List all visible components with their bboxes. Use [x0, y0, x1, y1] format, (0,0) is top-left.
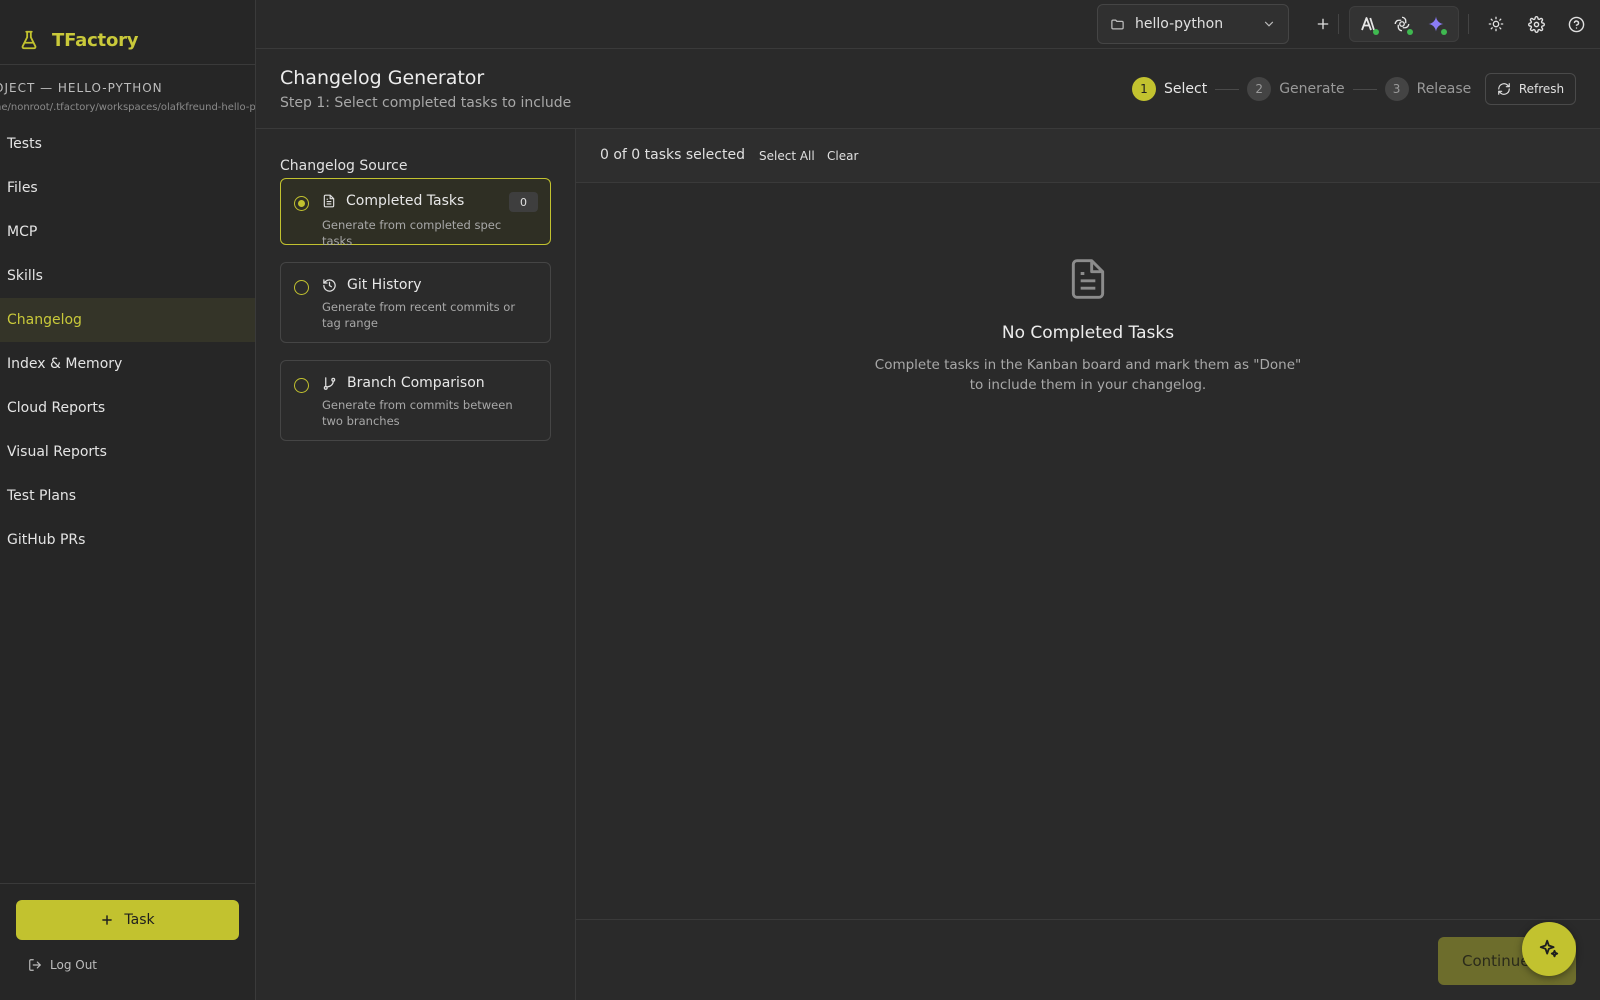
- gear-icon: [1527, 15, 1545, 33]
- step-2-number: 2: [1247, 77, 1272, 101]
- status-dot: [1441, 29, 1447, 35]
- app-name: TFactory: [52, 29, 139, 51]
- new-task-label: Task: [124, 912, 155, 928]
- chevron-down-icon: [1264, 21, 1274, 27]
- theme-toggle-button[interactable]: [1484, 12, 1508, 36]
- source-option-git-history[interactable]: Git History Generate from recent commits…: [280, 262, 551, 343]
- project-title: OJECT — HELLO-PYTHON: [0, 81, 163, 95]
- task-selection-toolbar: 0 of 0 tasks selected Select All Clear: [576, 129, 1600, 183]
- radio-button[interactable]: [294, 280, 309, 295]
- logout-icon: [29, 959, 41, 971]
- divider: [0, 883, 255, 884]
- help-icon: [1568, 16, 1584, 32]
- step-1-label: Select: [1164, 81, 1208, 97]
- source-option-completed-tasks[interactable]: Completed Tasks 0 Generate from complete…: [280, 178, 551, 248]
- sidebar-item-changelog[interactable]: Changelog: [0, 298, 255, 342]
- stepper: 1 Select 2 Generate 3 Release: [1132, 77, 1471, 101]
- empty-state-description: Complete tasks in the Kanban board and m…: [874, 357, 1302, 393]
- divider: [576, 919, 1600, 920]
- history-icon: [323, 278, 336, 292]
- add-project-button[interactable]: [1311, 12, 1335, 36]
- sidebar-item-mcp[interactable]: MCP: [0, 210, 255, 254]
- project-path: ne/nonroot/.tfactory/workspaces/olafkfre…: [0, 102, 256, 113]
- step-connector: [1352, 88, 1377, 90]
- empty-state-title: No Completed Tasks: [1001, 323, 1175, 343]
- option-description: Generate from commits between two branch…: [322, 398, 513, 428]
- page-header: Changelog Generator Step 1: Select compl…: [256, 49, 1600, 129]
- radio-button[interactable]: [294, 378, 309, 393]
- step-1-number: 1: [1132, 77, 1156, 101]
- sidebar-nav: Tests Files MCP Skills Changelog Index &…: [0, 122, 255, 562]
- sidebar-item-test-plans[interactable]: Test Plans: [0, 474, 255, 518]
- select-all-button[interactable]: Select All: [759, 149, 815, 163]
- count-badge: 0: [509, 192, 538, 212]
- divider: [0, 64, 255, 65]
- source-option-branch-comparison[interactable]: Branch Comparison Generate from commits …: [280, 360, 551, 441]
- source-title: Changelog Source: [280, 158, 408, 174]
- file-text-icon: [323, 194, 335, 208]
- top-bar: hello-python: [256, 0, 1600, 49]
- project-selector[interactable]: hello-python: [1097, 4, 1289, 44]
- status-dot: [1373, 29, 1379, 35]
- divider: [1338, 14, 1339, 34]
- sidebar-item-tests[interactable]: Tests: [0, 122, 255, 166]
- plus-icon: [102, 915, 113, 925]
- sidebar-item-index-memory[interactable]: Index & Memory: [0, 342, 255, 386]
- plus-icon: [1317, 18, 1329, 30]
- option-description: Generate from recent commits or tag rang…: [322, 300, 516, 330]
- file-text-icon: [1071, 259, 1105, 299]
- radio-button[interactable]: [294, 196, 309, 211]
- step-2-label: Generate: [1279, 81, 1345, 97]
- page-subtitle: Step 1: Select completed tasks to includ…: [280, 95, 572, 111]
- step-3-number: 3: [1384, 77, 1409, 101]
- option-title: Git History: [347, 277, 422, 293]
- selection-count: 0 of 0 tasks selected: [600, 147, 745, 163]
- anthropic-provider-button[interactable]: [1356, 12, 1380, 36]
- ai-assistant-button[interactable]: [1522, 922, 1576, 976]
- sidebar-item-cloud-reports[interactable]: Cloud Reports: [0, 386, 255, 430]
- refresh-label: Refresh: [1518, 82, 1565, 96]
- changelog-source-panel: Changelog Source Completed Tasks 0 Gener…: [256, 129, 576, 1000]
- step-connector: [1215, 88, 1240, 90]
- sidebar-item-visual-reports[interactable]: Visual Reports: [0, 430, 255, 474]
- git-branch-icon: [323, 376, 336, 390]
- help-button[interactable]: [1564, 12, 1588, 36]
- openai-provider-button[interactable]: [1390, 12, 1414, 36]
- page-title: Changelog Generator: [280, 67, 485, 89]
- step-3-label: Release: [1416, 81, 1472, 97]
- option-header: Git History: [322, 277, 421, 293]
- refresh-button[interactable]: Refresh: [1485, 73, 1576, 105]
- sidebar: TFactory OJECT — HELLO-PYTHON ne/nonroot…: [0, 0, 256, 1000]
- settings-button[interactable]: [1524, 12, 1548, 36]
- sidebar-item-skills[interactable]: Skills: [0, 254, 255, 298]
- option-header: Completed Tasks: [322, 193, 464, 209]
- new-task-button[interactable]: Task: [16, 900, 239, 940]
- divider: [1468, 14, 1469, 34]
- project-name: hello-python: [1135, 16, 1224, 32]
- sparkles-icon: [1539, 939, 1559, 958]
- status-dot: [1407, 29, 1413, 35]
- brand[interactable]: TFactory: [18, 28, 139, 52]
- option-title: Branch Comparison: [347, 375, 485, 391]
- sidebar-item-github-prs[interactable]: GitHub PRs: [0, 518, 255, 562]
- sidebar-item-files[interactable]: Files: [0, 166, 255, 210]
- refresh-icon: [1497, 83, 1510, 95]
- clear-button[interactable]: Clear: [827, 149, 858, 163]
- option-header: Branch Comparison: [322, 375, 485, 391]
- logout-label: Log Out: [50, 958, 98, 972]
- option-description: Generate from completed spec tasks: [322, 218, 502, 248]
- empty-state: No Completed Tasks Complete tasks in the…: [576, 255, 1600, 395]
- flask-icon: [21, 30, 37, 50]
- folder-icon: [1111, 19, 1124, 29]
- gemini-provider-button[interactable]: [1424, 12, 1448, 36]
- option-title: Completed Tasks: [346, 193, 465, 209]
- sun-icon: [1488, 16, 1504, 32]
- logout-button[interactable]: Log Out: [28, 958, 97, 972]
